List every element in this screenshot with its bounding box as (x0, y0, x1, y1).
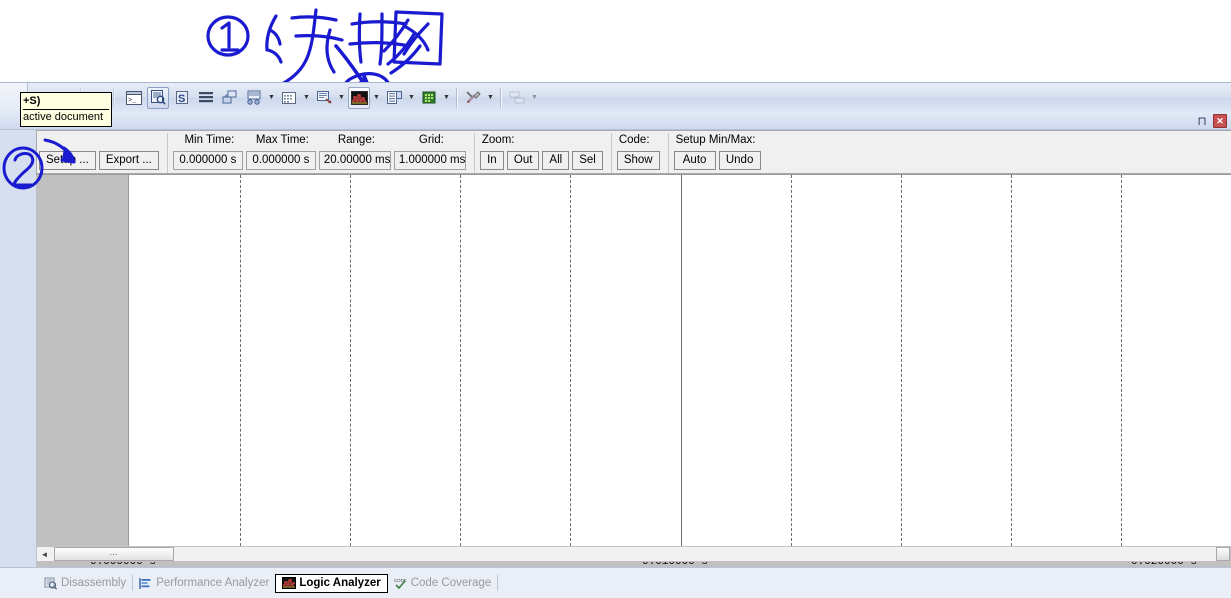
toolbox-icon[interactable] (462, 87, 484, 109)
scroll-right-grip[interactable] (1216, 547, 1230, 561)
code-group: Code: Show (616, 129, 663, 173)
code-label: Code: (618, 134, 650, 146)
svg-text:>_: >_ (128, 97, 137, 105)
close-icon[interactable]: ✕ (1213, 113, 1227, 128)
tab-performance-analyzer[interactable]: Performance Analyzer (133, 574, 275, 593)
logic-analyzer-icon (282, 576, 297, 590)
chevron-down-icon[interactable]: ▼ (441, 87, 452, 109)
auto-button[interactable]: Auto (673, 151, 716, 170)
scrollbar-thumb[interactable]: ⋯ (54, 547, 174, 561)
tab-performance-analyzer-label: Performance Analyzer (156, 577, 270, 589)
symbols-window-icon[interactable]: S (171, 87, 193, 109)
debug-windows-group: >_ S ▼ ▼ ▼ ▼ ▼ ▼ ▼ ▼ (122, 83, 540, 113)
zoom-sel-button[interactable]: Sel (572, 151, 603, 170)
grid-label: Grid: (418, 134, 444, 146)
max-time-group: Max Time: 0.000000 s (245, 129, 319, 173)
waveform-plot[interactable] (36, 174, 1231, 546)
registers-window-icon[interactable] (195, 87, 217, 109)
chevron-down-icon[interactable]: ▼ (371, 87, 382, 109)
command-window-icon[interactable]: >_ (123, 87, 145, 109)
range-value[interactable]: 20.00000 ms (318, 151, 391, 170)
tab-logic-analyzer-label: Logic Analyzer (299, 577, 381, 589)
debug-restore-views-icon[interactable] (506, 87, 528, 109)
tab-code-coverage[interactable]: CODE Code Coverage (388, 574, 498, 593)
gridline (900, 175, 902, 546)
time-cursor-line[interactable] (680, 175, 682, 546)
toolbar-separator (500, 87, 501, 108)
signal-name-column[interactable] (36, 175, 129, 546)
system-viewer-icon[interactable] (418, 87, 440, 109)
tab-disassembly[interactable]: Disassembly (38, 574, 132, 593)
horizontal-scrollbar[interactable]: ◄ ⋯ (36, 546, 1231, 562)
grid-value[interactable]: 1.000000 ms (393, 151, 466, 170)
tab-code-coverage-label: Code Coverage (410, 577, 492, 589)
memory-windows-icon[interactable] (278, 87, 300, 109)
performance-icon (139, 577, 152, 590)
max-time-label: Max Time: (255, 134, 309, 146)
toolbar-tooltip: +S) active document (20, 92, 112, 127)
undo-button[interactable]: Undo (718, 151, 761, 170)
range-label: Range: (337, 134, 375, 146)
call-stack-icon[interactable] (219, 87, 241, 109)
annotation-2-ink (2, 138, 76, 190)
code-coverage-icon: CODE (394, 577, 407, 590)
analysis-windows-icon[interactable] (348, 86, 370, 109)
chevron-down-icon[interactable]: ▼ (485, 87, 496, 109)
gridline (460, 175, 462, 546)
chevron-down-icon[interactable]: ▼ (529, 87, 540, 109)
toolbar-separator (456, 87, 457, 108)
max-time-value[interactable]: 0.000000 s (245, 151, 316, 170)
gridline (240, 175, 242, 546)
setup-min-max-label: Setup Min/Max: (675, 134, 756, 146)
debug-view-tabbar: Disassembly Performance Analyzer Logic A… (0, 567, 1231, 598)
svg-text:S: S (178, 93, 185, 105)
code-show-button[interactable]: Show (616, 151, 660, 170)
zoom-in-button[interactable]: In (479, 151, 504, 170)
tooltip-body: active document (23, 111, 104, 123)
grid-group: Grid: 1.000000 ms (393, 129, 469, 173)
disassembly-icon (44, 577, 58, 590)
handwritten-annotation-layer (0, 0, 1231, 122)
tab-separator (497, 575, 499, 591)
debug-toolbar: >_ S ▼ ▼ ▼ ▼ ▼ ▼ ▼ ▼ (0, 82, 1231, 113)
zoom-out-button[interactable]: Out (506, 151, 540, 170)
gridline (790, 175, 792, 546)
gridline (1120, 175, 1122, 546)
range-group: Range: 20.00000 ms (318, 129, 394, 173)
scroll-left-arrow[interactable]: ◄ (37, 547, 52, 561)
chevron-down-icon[interactable]: ▼ (301, 87, 312, 109)
chevron-down-icon[interactable]: ▼ (406, 87, 417, 109)
logic-analyzer-toolbar: Setup ... Export ... Min Time: 0.000000 … (36, 130, 1231, 174)
tab-logic-analyzer[interactable]: Logic Analyzer (275, 573, 388, 593)
disassembly-window-icon[interactable] (147, 86, 169, 109)
chevron-down-icon[interactable]: ▼ (336, 87, 347, 109)
toolbar-separator (113, 87, 114, 108)
pin-icon[interactable]: ⊓ (1195, 114, 1209, 128)
control-separator (667, 133, 669, 173)
gridline (570, 175, 572, 546)
zoom-group: Zoom: In Out All Sel (479, 129, 606, 173)
waveform-canvas[interactable] (130, 175, 1231, 546)
zoom-all-button[interactable]: All (542, 151, 570, 170)
setup-min-max-group: Setup Min/Max: Auto Undo (673, 129, 764, 173)
control-separator (473, 133, 475, 173)
tab-disassembly-label: Disassembly (61, 577, 127, 589)
gridline (1010, 175, 1012, 546)
trace-windows-icon[interactable] (383, 87, 405, 109)
control-separator (610, 133, 612, 173)
watch-windows-icon[interactable] (243, 87, 265, 109)
pane-caption-bar: ⊓ ✕ (0, 112, 1231, 130)
chevron-down-icon[interactable]: ▼ (266, 87, 277, 109)
gridline (350, 175, 352, 546)
serial-windows-icon[interactable] (313, 87, 335, 109)
tooltip-title: +S) (23, 94, 109, 110)
zoom-label: Zoom: (481, 134, 515, 146)
